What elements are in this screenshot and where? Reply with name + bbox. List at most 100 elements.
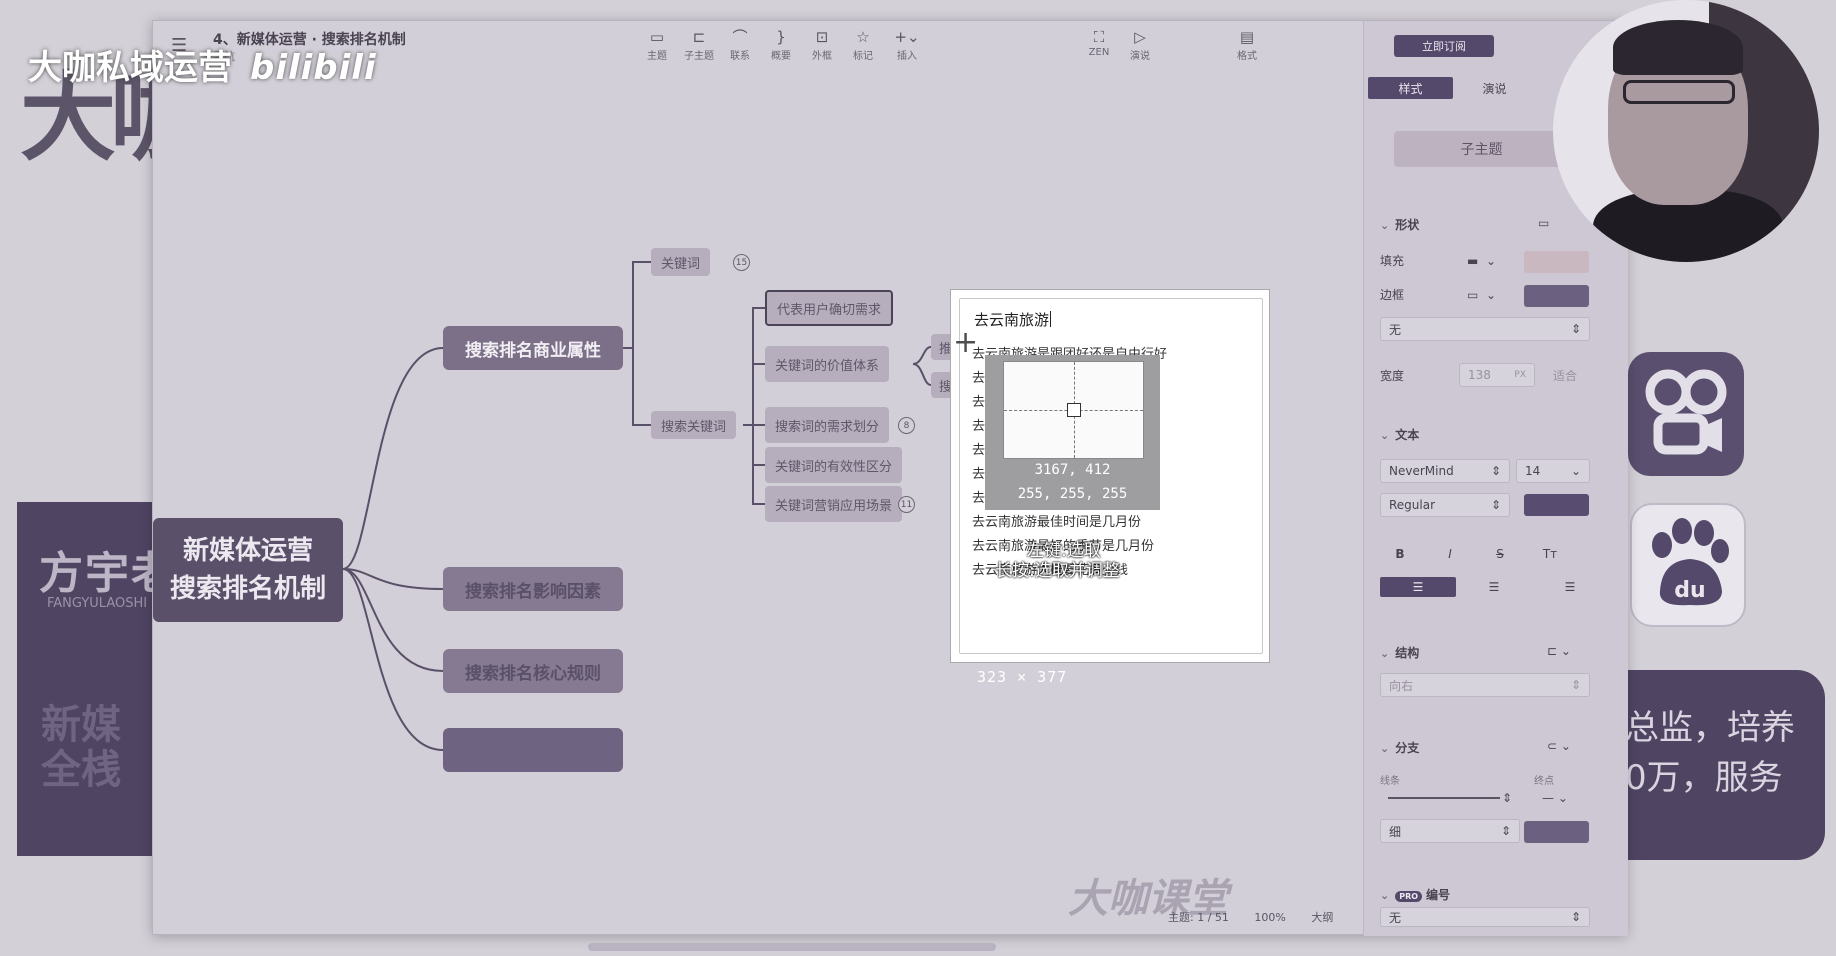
marker-button[interactable]: ☆ 标记 (839, 27, 887, 62)
root-topic-line: 搜索排名机制 (169, 574, 326, 604)
svg-text:du: du (1674, 578, 1705, 603)
marker-icon: ☆ (856, 28, 870, 46)
fit-width-button[interactable]: 适合 (1540, 363, 1590, 387)
horizontal-scrollbar[interactable] (588, 943, 996, 951)
line-thickness-select[interactable]: 细 ⇕ (1380, 819, 1520, 843)
border-color-swatch[interactable] (1524, 285, 1589, 307)
font-family-select[interactable]: NeverMind ⇕ (1380, 459, 1510, 483)
main-topic[interactable]: 搜索排名商业属性 (443, 326, 623, 370)
width-label: 宽度 (1380, 369, 1405, 383)
text-case-button[interactable]: Tт (1536, 543, 1564, 565)
align-right-button[interactable]: ☰ (1532, 577, 1608, 597)
background-poster: 方宇老 FANGYULAOSHI 新媒 全桟 (17, 502, 175, 856)
pro-badge: PRO (1395, 891, 1423, 902)
picker-rgb: 255, 255, 255 (1017, 486, 1128, 502)
numbering-select[interactable]: 无 ⇕ (1380, 907, 1590, 927)
mindmap-app-window: ☰ 4、新媒体运营 · 搜索排名机制 导航 ▭ 主题 ⊏ 子主题 ⌒ 联系} 概要 ⊡ 外框 ☆ 标… (152, 20, 1628, 951)
thickness-value: 细 (1389, 824, 1402, 839)
collapse-count-badge[interactable]: 11 (898, 496, 915, 513)
shape-rect-icon[interactable]: ▭ (1530, 211, 1560, 235)
bold-button[interactable]: B (1386, 543, 1414, 565)
fill-color-swatch[interactable] (1524, 251, 1589, 273)
italic-button[interactable]: I (1436, 543, 1464, 565)
kuaishou-app-icon[interactable] (1628, 352, 1744, 476)
width-unit: PX (1514, 370, 1526, 380)
topic-button[interactable]: ▭ 主题 (633, 27, 681, 62)
structure-value: 向右 (1389, 678, 1414, 693)
panel-text: 0万，服务 (1625, 758, 1783, 798)
strikethrough-button[interactable]: S (1486, 543, 1514, 565)
main-topic[interactable]: 搜索排名影响因素 (443, 567, 623, 611)
poster-line: 全桟 (41, 747, 121, 793)
topic-count: 主题: 1 / 51 (1168, 911, 1229, 924)
crosshair-center (1067, 403, 1081, 417)
search-input[interactable]: 去云南旅游 (974, 309, 1051, 330)
structure-select[interactable]: 向右 ⇕ (1380, 673, 1590, 697)
font-size-select[interactable]: 14 ⌄ (1516, 459, 1590, 483)
branch-section-header[interactable]: 分支 (1380, 739, 1419, 756)
topic-type-label: 子主题 (1394, 131, 1569, 167)
numbering-section-header[interactable]: PRO编号 (1380, 886, 1450, 903)
text-section-header[interactable]: 文本 (1380, 426, 1419, 443)
structure-icon[interactable]: ⊏ ⌄ (1539, 639, 1589, 663)
toolbar-label: 格式 (1237, 51, 1257, 62)
toolbar-label: 主题 (647, 51, 667, 62)
tab-presentation[interactable]: 演说 (1452, 77, 1537, 99)
toolbar-label: 插入 (897, 51, 917, 62)
subtopic[interactable]: 关键词的有效性区分 (765, 447, 903, 483)
subscribe-button[interactable]: 立即订阅 (1394, 35, 1494, 57)
text-color-swatch[interactable] (1524, 494, 1589, 516)
picker-coordinates: 3167, 412 (1034, 462, 1111, 478)
main-topic[interactable] (443, 728, 623, 772)
border-label: 边框 (1380, 288, 1405, 302)
color-picker-magnifier: 3167, 412 255, 255, 255 (985, 355, 1160, 510)
format-button[interactable]: ▤ 格式 (1223, 27, 1271, 62)
magnifier-view (1003, 361, 1144, 459)
main-topic[interactable]: 搜索排名核心规则 (443, 649, 623, 693)
search-keyword-topic[interactable]: 搜索关键词 (651, 411, 737, 439)
fill-style-dropdown[interactable]: ▬ ⌄ (1459, 249, 1519, 273)
root-topic-line: 新媒体运营 (182, 536, 313, 566)
font-size-value: 14 (1525, 464, 1541, 478)
channel-name: 大咖私域运营 (28, 48, 232, 88)
font-value: NeverMind (1389, 464, 1454, 478)
collapse-count-badge[interactable]: 15 (733, 254, 750, 271)
border-pattern-select[interactable]: 无 ⇕ (1380, 317, 1590, 341)
suggestion-item[interactable]: 去云南旅游最佳时间是几月份 (972, 511, 1141, 530)
zoom-level[interactable]: 100% (1254, 911, 1285, 924)
align-center-button[interactable]: ☰ (1456, 577, 1532, 597)
tab-style[interactable]: 样式 (1368, 77, 1453, 99)
width-value: 138 (1468, 368, 1491, 382)
branch-icon[interactable]: ⊂ ⌄ (1539, 734, 1589, 758)
status-bar: 主题: 1 / 51 100% 大纲 (1168, 909, 1355, 925)
font-weight-select[interactable]: Regular ⇕ (1380, 493, 1510, 517)
align-left-button[interactable]: ☰ (1380, 577, 1456, 597)
numbering-label: 编号 (1426, 888, 1451, 902)
line-style-select[interactable]: ⇕ (1380, 786, 1520, 810)
border-style-dropdown[interactable]: ▭ ⌄ (1459, 283, 1519, 307)
keyword-topic[interactable]: 关键词 (651, 248, 711, 276)
collapse-count-badge[interactable]: 8 (898, 417, 915, 434)
subtopic[interactable]: 关键词营销应用场景 (765, 486, 903, 522)
branch-color-swatch[interactable] (1524, 821, 1589, 843)
baidu-app-icon[interactable]: du (1630, 503, 1746, 627)
insert-button[interactable]: +⌄ 插入 (883, 27, 931, 62)
structure-section-header[interactable]: 结构 (1380, 644, 1419, 661)
root-topic[interactable]: 新媒体运营 搜索排名机制 (153, 518, 343, 622)
selection-size: 323 × 377 (977, 668, 1068, 686)
end-label: 终点 (1534, 776, 1554, 787)
presentation-icon: ▷ (1134, 28, 1146, 46)
presentation-button[interactable]: ▷ 演说 (1116, 27, 1164, 62)
subtopic[interactable]: 搜索词的需求划分 (765, 407, 890, 443)
insert-icon: +⌄ (894, 28, 920, 46)
subtopic[interactable]: 关键词的价值体系 (765, 346, 890, 382)
presenter-webcam (1553, 0, 1819, 262)
bilibili-logo: bilibili (250, 48, 377, 88)
outline-button[interactable]: 大纲 (1311, 911, 1333, 924)
shape-section-header[interactable]: 形状 (1380, 216, 1419, 233)
end-style-select[interactable]: — ⌄ (1534, 786, 1590, 810)
presenter-hair (1613, 20, 1743, 75)
toolbar-label: 标记 (853, 51, 873, 62)
subtopic[interactable]: 代表用户确切需求 (765, 290, 894, 326)
width-input[interactable]: 138 PX (1459, 363, 1535, 387)
